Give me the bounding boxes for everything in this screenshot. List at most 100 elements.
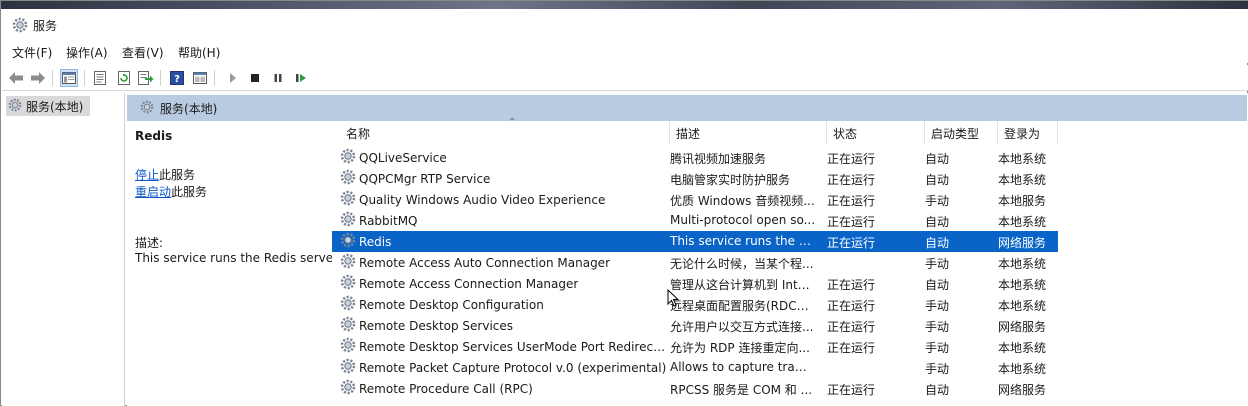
- stop-service-icon[interactable]: [246, 69, 264, 87]
- results-header-label: 服务(本地): [160, 101, 218, 116]
- table-row[interactable]: Redis This service runs the R... 正在运行 自动 网络服…: [332, 231, 1058, 252]
- desktop-background-strip: [1, 1, 1248, 9]
- properties-icon[interactable]: [91, 69, 109, 87]
- service-details-panel: Redis 停止此服务 重启动此服务 描述: This service runs…: [127, 121, 338, 406]
- service-startup-type: 自动: [925, 383, 950, 397]
- service-gear-icon: [340, 295, 356, 314]
- forward-icon[interactable]: [29, 69, 47, 87]
- stop-service-link[interactable]: 停止: [135, 168, 159, 182]
- service-description: 允许为 RDP 连接重定向...: [670, 341, 810, 355]
- column-header-status-label: 状态: [833, 126, 858, 141]
- service-name-cell: Redis: [340, 232, 667, 251]
- service-description: 远程桌面配置服务(RDCS)...: [670, 299, 816, 313]
- restart-service-link[interactable]: 重启动: [135, 185, 171, 199]
- service-status: 正在运行: [827, 173, 876, 187]
- service-startup-type: 手动: [925, 299, 950, 313]
- service-startup-type: 自动: [925, 215, 950, 229]
- results-header: 服务(本地): [127, 95, 1247, 121]
- service-name-cell: Remote Desktop Configuration: [340, 295, 667, 314]
- column-header-logon-label: 登录为: [1004, 126, 1041, 141]
- column-header-status[interactable]: 状态: [827, 121, 925, 145]
- service-logon-as: 本地系统: [998, 341, 1047, 355]
- service-name-cell: Remote Access Auto Connection Manager: [340, 253, 667, 272]
- service-startup-type: 自动: [925, 236, 950, 250]
- service-name-cell: QQPCMgr RTP Service: [340, 169, 667, 188]
- service-startup-type: 手动: [925, 194, 950, 208]
- table-row[interactable]: Remote Access Connection Manager 管理从这台计算机…: [332, 273, 1058, 294]
- restart-service-icon[interactable]: [292, 69, 310, 87]
- table-row[interactable]: QQLiveService 腾讯视频加速服务 正在运行 自动 本地系统: [332, 147, 1058, 168]
- table-row[interactable]: QQPCMgr RTP Service 电脑管家实时防护服务 正在运行 自动 本地系统: [332, 168, 1058, 189]
- service-gear-icon: [340, 316, 356, 335]
- service-name: Remote Access Auto Connection Manager: [359, 255, 610, 270]
- description-label: 描述:: [135, 236, 164, 250]
- service-logon-as: 本地系统: [998, 257, 1047, 271]
- table-row[interactable]: Remote Access Auto Connection Manager 无论什…: [332, 252, 1058, 273]
- refresh-icon[interactable]: [115, 69, 133, 87]
- service-gear-icon: [340, 358, 356, 377]
- service-name: Remote Desktop Services: [359, 318, 514, 333]
- service-name-cell: Remote Desktop Services: [340, 316, 667, 335]
- start-service-icon[interactable]: [224, 69, 242, 87]
- service-description: This service runs the R...: [670, 234, 816, 248]
- table-row[interactable]: Remote Packet Capture Protocol v.0 (expe…: [332, 357, 1058, 378]
- selected-service-name: Redis: [135, 129, 173, 143]
- description-text: This service runs the Redis server: [135, 251, 339, 265]
- service-status: 正在运行: [827, 215, 876, 229]
- service-name-cell: RabbitMQ: [340, 211, 667, 230]
- service-logon-as: 本地系统: [998, 215, 1047, 229]
- table-row[interactable]: Remote Desktop Services 允许用户以交互方式连接... 正在运…: [332, 315, 1058, 336]
- service-startup-type: 手动: [925, 320, 950, 334]
- menu-file[interactable]: 文件(F): [12, 44, 52, 61]
- service-startup-type: 自动: [925, 278, 950, 292]
- column-header-name[interactable]: 名称 ⌃: [340, 117, 670, 145]
- service-logon-as: 本地系统: [998, 278, 1047, 292]
- service-gear-icon: [340, 253, 356, 272]
- service-name: Redis: [359, 234, 392, 249]
- service-logon-as: 本地系统: [998, 152, 1047, 166]
- back-icon[interactable]: [7, 69, 25, 87]
- service-name-cell: Quality Windows Audio Video Experience: [340, 190, 667, 209]
- column-header-description[interactable]: 描述: [670, 121, 827, 145]
- export-list-icon[interactable]: [137, 69, 155, 87]
- table-row[interactable]: Quality Windows Audio Video Experience 优质…: [332, 189, 1058, 210]
- menu-action[interactable]: 操作(A): [66, 44, 108, 61]
- show-hide-tree-icon[interactable]: [60, 69, 78, 87]
- menu-bar: 文件(F) 操作(A) 查看(V) 帮助(H): [2, 41, 1248, 63]
- service-description: RPCSS 服务是 COM 和 ...: [670, 383, 813, 397]
- gear-icon: [8, 98, 22, 115]
- menu-view[interactable]: 查看(V): [122, 44, 164, 61]
- services-window: 服务 文件(F) 操作(A) 查看(V) 帮助(H) ? 服务(本地) 服务(本…: [0, 0, 1248, 406]
- service-startup-type: 手动: [925, 362, 950, 376]
- service-gear-icon: [340, 211, 356, 230]
- service-name-cell: QQLiveService: [340, 148, 667, 167]
- console-view-icon[interactable]: [191, 69, 209, 87]
- service-logon-as: 本地服务: [998, 194, 1047, 208]
- menu-help[interactable]: 帮助(H): [178, 44, 220, 61]
- service-description: 腾讯视频加速服务: [670, 152, 767, 166]
- column-header-startup-label: 启动类型: [931, 126, 980, 141]
- column-header-logon[interactable]: 登录为: [998, 121, 1058, 145]
- service-startup-type: 自动: [925, 152, 950, 166]
- column-header-startup-type[interactable]: 启动类型: [925, 121, 998, 145]
- service-status: 正在运行: [827, 383, 876, 397]
- service-description: 无论什么时候，当某个程...: [670, 257, 814, 271]
- help-icon[interactable]: ?: [168, 69, 186, 87]
- service-description: 电脑管家实时防护服务: [670, 173, 791, 187]
- pause-service-icon[interactable]: [269, 69, 287, 87]
- title-bar: 服务: [2, 9, 1248, 41]
- column-header-description-label: 描述: [676, 126, 701, 141]
- table-row[interactable]: RabbitMQ Multi-protocol open so... 正在运行 自动 本…: [332, 210, 1058, 231]
- service-name: RabbitMQ: [359, 213, 418, 228]
- service-name: Remote Packet Capture Protocol v.0 (expe…: [359, 360, 667, 375]
- table-row[interactable]: Remote Procedure Call (RPC) RPCSS 服务是 COM…: [332, 378, 1058, 399]
- results-pane: 服务(本地) Redis 停止此服务 重启动此服务 描述: This servi…: [127, 93, 1248, 406]
- service-startup-type: 手动: [925, 341, 950, 355]
- window-title: 服务: [33, 19, 58, 33]
- tree-item-services-local[interactable]: 服务(本地): [6, 96, 90, 116]
- mouse-cursor-icon: [667, 288, 680, 310]
- table-row[interactable]: Remote Desktop Services UserMode Port Re…: [332, 336, 1058, 357]
- table-row[interactable]: Remote Desktop Configuration 远程桌面配置服务(RDC…: [332, 294, 1058, 315]
- service-logon-as: 本地系统: [998, 299, 1047, 313]
- service-description: 管理从这台计算机到 Inte...: [670, 278, 816, 292]
